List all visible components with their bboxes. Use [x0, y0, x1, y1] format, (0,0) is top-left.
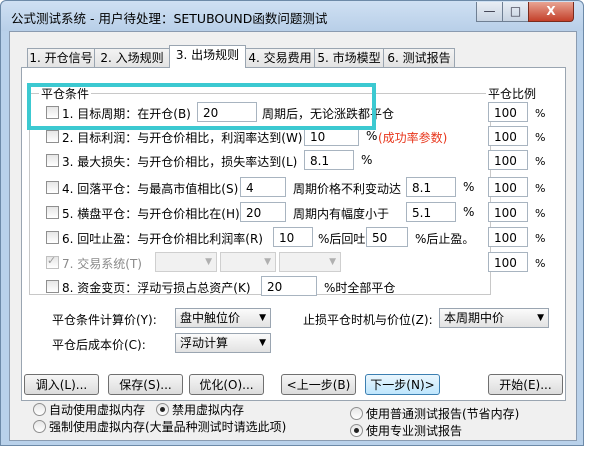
ratio-3-percent: %: [535, 155, 546, 168]
close-ratio-label: 平仓比例: [486, 85, 539, 102]
maximize-button[interactable]: □: [502, 2, 529, 22]
ratio-7-input[interactable]: 100: [488, 252, 528, 272]
sideways-period-input[interactable]: 20: [240, 202, 286, 222]
calc-price-label: 平仓条件计算价(Y):: [52, 313, 157, 327]
tab-test-report[interactable]: 6. 测试报告: [383, 48, 455, 67]
chevron-down-icon: ▼: [537, 313, 544, 323]
pro-report-label: 使用专业测试报告: [366, 424, 463, 438]
success-rate-note: (成功率参数): [378, 131, 448, 145]
ratio-3-input[interactable]: 100: [488, 150, 528, 170]
condition-2-label: 2. 目标利润：与开仓价相比，利润率达到(W): [62, 131, 303, 145]
chevron-down-icon: ▼: [329, 257, 336, 267]
ratio-4-percent: %: [535, 182, 546, 195]
ratio-6-percent: %: [535, 232, 546, 245]
giveback-percent-input[interactable]: 50: [366, 227, 408, 247]
condition-8-suffix: %时全部平仓: [324, 281, 396, 295]
ratio-1-input[interactable]: 100: [488, 102, 528, 122]
condition-5-checkbox[interactable]: [46, 206, 59, 219]
cost-price-value: 浮动计算: [180, 336, 229, 350]
trading-system-param-select[interactable]: ▼: [220, 252, 276, 272]
close-button[interactable]: X: [528, 2, 574, 22]
normal-report-label: 使用普通测试报告(节省内存): [366, 407, 520, 421]
condition-4-label: 4. 回落平仓：与最高市值相比(S): [62, 182, 239, 196]
condition-6-suffix: %后止盈。: [415, 232, 475, 246]
chevron-down-icon: ▼: [259, 338, 266, 348]
trading-system-select[interactable]: ▼: [155, 252, 217, 272]
condition-6-checkbox[interactable]: [46, 231, 59, 244]
start-button[interactable]: 开始(E)...: [488, 374, 563, 395]
ratio-4-input[interactable]: 100: [488, 177, 528, 197]
condition-6-mid: %后回吐: [318, 232, 366, 246]
giveback-profit-input[interactable]: 10: [273, 227, 313, 247]
condition-4-percent: %: [463, 180, 475, 194]
ratio-6-input[interactable]: 100: [488, 227, 528, 247]
condition-4-checkbox[interactable]: [46, 181, 59, 194]
prev-step-button[interactable]: <上一步(B): [281, 374, 356, 395]
next-step-button[interactable]: 下一步(N)>: [365, 374, 440, 395]
highlight-annotation-box: [27, 83, 376, 130]
condition-2-percent: %: [366, 129, 378, 143]
window-title: 公式测试系统 - 用户待处理：SETUBOUND函数问题测试: [11, 11, 328, 26]
tab-trading-fees[interactable]: 4. 交易费用: [245, 48, 315, 67]
condition-7-label: 7. 交易系统(T): [62, 257, 142, 271]
import-button[interactable]: 调入(L)...: [24, 374, 99, 395]
condition-4-mid: 周期价格不利变动达: [293, 182, 402, 196]
condition-8-label: 8. 资金变页：浮动亏损占总资产(K): [62, 281, 251, 295]
force-virtual-memory-radio[interactable]: [33, 420, 46, 433]
stop-timing-select[interactable]: 本周期中价 ▼: [439, 308, 549, 328]
chevron-down-icon: ▼: [264, 257, 271, 267]
tab-exit-rules[interactable]: 3. 出场规则: [169, 45, 246, 68]
main-window: 公式测试系统 - 用户待处理：SETUBOUND函数问题测试 — □ X 1. …: [0, 0, 584, 446]
stop-timing-label: 止损平仓时机与价位(Z):: [303, 313, 433, 327]
ratio-1-percent: %: [535, 107, 546, 120]
condition-3-label: 3. 最大损失：与开仓价相比，损失率达到(L): [62, 155, 298, 169]
condition-3-percent: %: [361, 153, 373, 167]
ratio-5-percent: %: [535, 207, 546, 220]
condition-6-label: 6. 回吐止盈：与开仓价相比利润率(R): [62, 232, 263, 246]
pullback-period-input[interactable]: 4: [240, 177, 286, 197]
tab-entry-rules[interactable]: 2. 入场规则: [94, 48, 170, 67]
condition-7-checkbox[interactable]: [46, 254, 59, 269]
disable-virtual-memory-label: 禁用虚拟内存: [172, 403, 245, 417]
chevron-down-icon: ▼: [205, 257, 212, 267]
calc-price-value: 盘中触位价: [180, 311, 241, 325]
trading-system-extra-select[interactable]: ▼: [279, 252, 341, 272]
max-loss-input[interactable]: 8.1: [304, 150, 354, 170]
auto-virtual-memory-radio[interactable]: [33, 403, 46, 416]
disable-virtual-memory-radio[interactable]: [156, 403, 169, 416]
chevron-down-icon: ▼: [259, 313, 266, 323]
condition-5-mid: 周期内有幅度小于: [293, 207, 390, 221]
normal-report-radio[interactable]: [350, 407, 363, 420]
force-virtual-memory-label: 强制使用虚拟内存(大量品种测试时请选此项): [49, 420, 287, 434]
title-bar[interactable]: 公式测试系统 - 用户待处理：SETUBOUND函数问题测试 — □ X: [1, 1, 583, 31]
tab-open-signal[interactable]: 1. 开仓信号: [27, 48, 95, 67]
floating-loss-input[interactable]: 20: [261, 276, 317, 296]
save-button[interactable]: 保存(S)...: [108, 374, 183, 395]
ratio-2-input[interactable]: 100: [488, 126, 528, 146]
condition-3-checkbox[interactable]: [46, 154, 59, 167]
ratio-5-input[interactable]: 100: [488, 202, 528, 222]
pro-report-radio[interactable]: [350, 424, 363, 437]
cost-price-label: 平仓后成本价(C):: [52, 338, 146, 352]
auto-virtual-memory-label: 自动使用虚拟内存: [49, 403, 146, 417]
ratio-7-percent: %: [535, 257, 546, 270]
condition-5-label: 5. 横盘平仓：与开仓价相比在(H): [62, 207, 240, 221]
stop-timing-value: 本周期中价: [444, 311, 505, 325]
cost-price-select[interactable]: 浮动计算 ▼: [175, 333, 271, 353]
optimize-button[interactable]: 优化(O)...: [189, 374, 264, 395]
ratio-2-percent: %: [535, 131, 546, 144]
condition-8-checkbox[interactable]: [46, 280, 59, 293]
pullback-percent-input[interactable]: 8.1: [406, 177, 456, 197]
condition-2-checkbox[interactable]: [46, 130, 59, 143]
condition-5-percent: %: [463, 205, 475, 219]
tab-market-model[interactable]: 5. 市场模型: [314, 48, 384, 67]
calc-price-select[interactable]: 盘中触位价 ▼: [175, 308, 271, 328]
sideways-percent-input[interactable]: 5.1: [406, 202, 456, 222]
minimize-button[interactable]: —: [476, 2, 503, 22]
